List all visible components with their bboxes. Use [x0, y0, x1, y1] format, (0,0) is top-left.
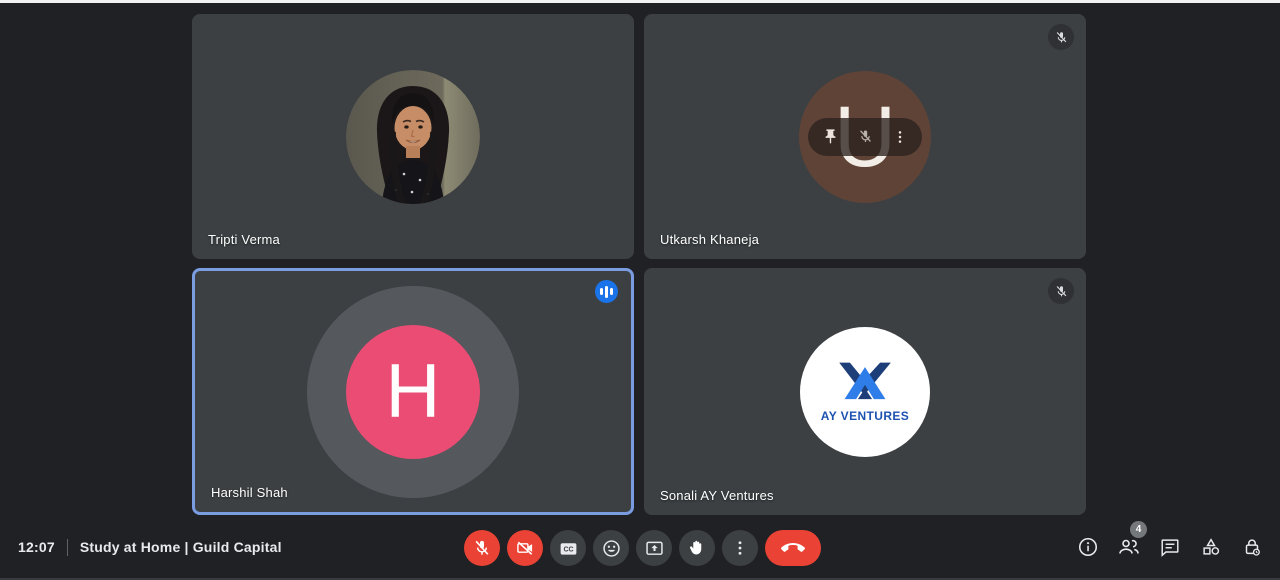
clock: 12:07: [18, 539, 55, 555]
meeting-details-button[interactable]: [1075, 534, 1101, 560]
logo-wordmark: AY VENTURES: [820, 409, 910, 423]
avatar-initial: H: [385, 348, 441, 434]
more-vertical-icon: [738, 541, 742, 555]
activities-icon: [1203, 538, 1220, 555]
muted-indicator: [1048, 24, 1074, 50]
mic-off-icon: [1056, 285, 1066, 296]
call-controls: CC: [464, 530, 821, 566]
participant-tile-tripti-verma[interactable]: Tripti Verma: [192, 14, 634, 259]
end-call-button[interactable]: [765, 530, 821, 566]
camera-off-button[interactable]: [507, 530, 543, 566]
participant-count-badge: 4: [1130, 521, 1147, 538]
panel-controls: 4: [1075, 514, 1265, 580]
present-screen-button[interactable]: [636, 530, 672, 566]
muted-indicator: [1048, 278, 1074, 304]
participant-name: Harshil Shah: [211, 485, 288, 500]
participant-name: Tripti Verma: [208, 232, 280, 247]
info-icon: [1078, 537, 1098, 557]
more-options-button[interactable]: [722, 530, 758, 566]
participant-name: Utkarsh Khaneja: [660, 232, 760, 247]
raise-hand-icon: [689, 540, 702, 555]
activities-button[interactable]: [1198, 534, 1224, 560]
letter-avatar: H: [346, 324, 480, 459]
host-controls-button[interactable]: [1239, 534, 1265, 560]
svg-text:CC: CC: [563, 546, 573, 553]
mic-off-icon: [859, 130, 871, 143]
captions-button[interactable]: CC: [550, 530, 586, 566]
pin-button[interactable]: [817, 124, 843, 150]
mic-off-icon: [475, 540, 489, 555]
audio-activity-indicator: [595, 280, 618, 303]
pin-icon: [825, 129, 835, 144]
participant-name: Sonali AY Ventures: [660, 488, 774, 503]
camera-off-icon: [517, 541, 533, 555]
avatar: [346, 69, 480, 204]
mic-off-icon: [1056, 31, 1066, 42]
participant-tile-harshil-shah[interactable]: H Harshil Shah: [192, 268, 634, 515]
video-grid: Tripti Verma Utkarsh Khaneja H Harshil S…: [192, 14, 1086, 515]
chat-icon: [1161, 539, 1179, 557]
tile-more-options-button[interactable]: [887, 124, 913, 150]
participant-tile-sonali-ay-ventures[interactable]: AY VENTURES Sonali AY Ventures: [644, 268, 1086, 515]
participant-tile-utkarsh-khaneja[interactable]: Utkarsh Khaneja: [644, 14, 1086, 259]
chat-button[interactable]: [1157, 534, 1183, 560]
participant-photo: [346, 69, 480, 204]
host-controls-lock-icon: [1245, 539, 1260, 556]
raise-hand-button[interactable]: [679, 530, 715, 566]
people-button[interactable]: 4: [1116, 521, 1147, 560]
meeting-info: 12:07 Study at Home | Guild Capital: [18, 514, 282, 580]
people-icon: [1119, 539, 1139, 554]
tile-hover-controls: [808, 117, 922, 156]
present-screen-icon: [645, 541, 663, 555]
more-vertical-icon: [898, 130, 902, 143]
mute-participant-button[interactable]: [852, 124, 878, 150]
reactions-button[interactable]: [593, 530, 629, 566]
end-call-icon: [781, 543, 805, 552]
divider: [66, 538, 68, 556]
meeting-title: Study at Home | Guild Capital: [79, 539, 282, 555]
smiley-icon: [602, 539, 620, 557]
logo-avatar: AY VENTURES: [800, 326, 930, 457]
mic-mute-button[interactable]: [464, 530, 500, 566]
window-top-edge: [0, 0, 1280, 3]
captions-icon: CC: [560, 542, 576, 555]
ay-ventures-logo: [839, 362, 891, 400]
control-bar: 12:07 Study at Home | Guild Capital CC 4: [0, 514, 1280, 580]
